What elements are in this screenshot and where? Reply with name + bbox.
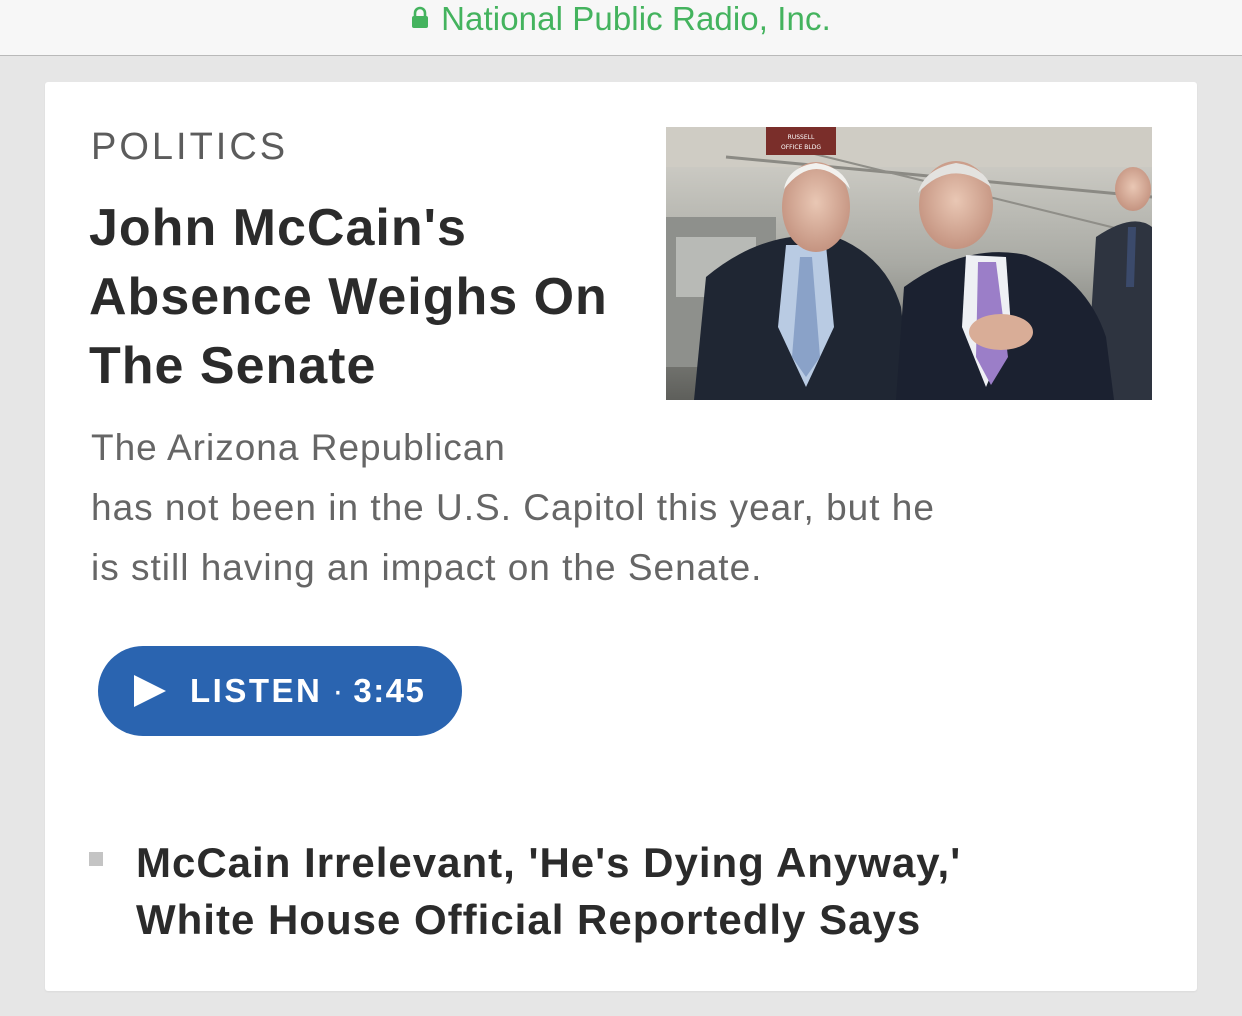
listen-duration: 3:45 (353, 672, 426, 709)
story-card: POLITICS John McCain's Absence Weighs On… (45, 82, 1197, 991)
story-teaser: The Arizona Republican has not been in t… (91, 418, 1161, 598)
section-label[interactable]: POLITICS (91, 126, 288, 169)
bullet-square-icon (89, 852, 103, 866)
teaser-line: is still having an impact on the Senate. (91, 547, 763, 588)
related-title-line: White House Official Reportedly Says (136, 896, 922, 943)
listen-separator: · (332, 672, 344, 709)
teaser-line: has not been in the U.S. Capitol this ye… (91, 487, 935, 528)
address-bar-content: National Public Radio, Inc. (411, 0, 831, 38)
story-photo[interactable]: RUSSELL OFFICE BLDG (666, 127, 1152, 400)
story-photo-image: RUSSELL OFFICE BLDG (666, 127, 1152, 400)
related-story-link[interactable]: McCain Irrelevant, 'He's Dying Anyway,' … (136, 834, 961, 948)
related-story: McCain Irrelevant, 'He's Dying Anyway,' … (89, 834, 1149, 948)
listen-button[interactable]: LISTEN · 3:45 (98, 646, 462, 736)
teaser-line: The Arizona Republican (91, 427, 506, 468)
photo-sign-text: RUSSELL (788, 134, 815, 141)
photo-sign-text: OFFICE BLDG (781, 144, 821, 151)
address-bar[interactable]: National Public Radio, Inc. (0, 0, 1242, 56)
related-title-line: McCain Irrelevant, 'He's Dying Anyway,' (136, 839, 962, 886)
lock-icon (412, 6, 429, 28)
site-identity-label: National Public Radio, Inc. (441, 0, 831, 37)
listen-label: LISTEN (190, 672, 323, 709)
play-icon (134, 675, 166, 707)
story-headline[interactable]: John McCain's Absence Weighs On The Sena… (89, 194, 629, 401)
